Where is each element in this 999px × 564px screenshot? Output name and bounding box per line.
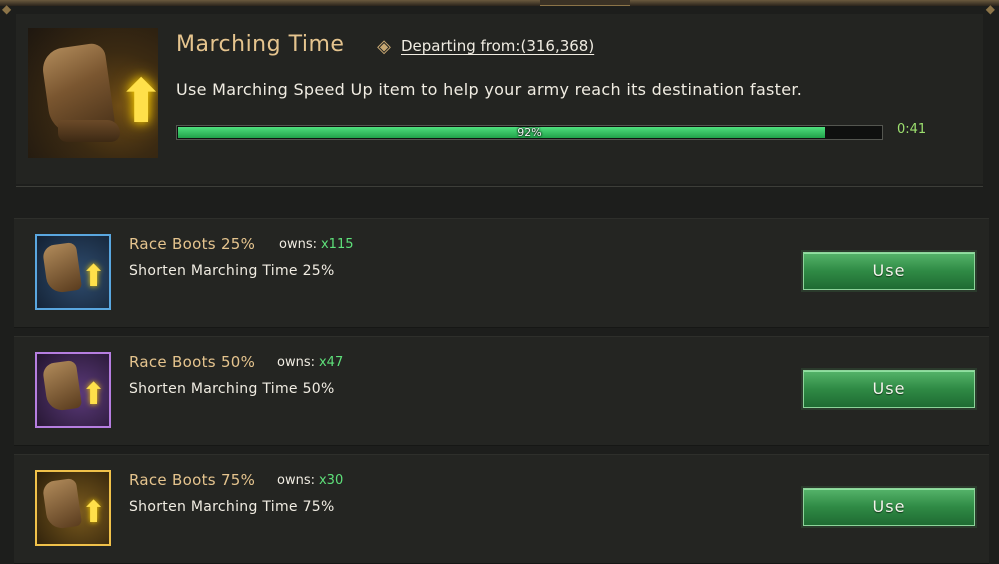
up-arrow-icon: ⬆ xyxy=(116,67,158,137)
race-boots-25-icon: ⬆ xyxy=(35,234,111,310)
march-progress-bar: 92% xyxy=(176,125,883,140)
item-name: Race Boots 25% xyxy=(129,235,256,253)
thumb-up-arrow-icon: ⬆ xyxy=(81,377,107,412)
march-progress-label: 92% xyxy=(517,126,542,139)
owns-label: owns: xyxy=(277,473,315,488)
boot-speed-icon: ⬆ xyxy=(28,28,158,158)
item-owns: owns: x115 xyxy=(279,237,354,252)
item-description: Shorten Marching Time 75% xyxy=(129,499,335,515)
item-row-race-boots-50: ⬆ Race Boots 50% owns: x47 Shorten Marchi… xyxy=(14,336,989,446)
top-frame xyxy=(0,0,999,6)
item-owns: owns: x47 xyxy=(277,355,343,370)
use-button-race-boots-25[interactable]: Use xyxy=(803,252,975,290)
item-description: Shorten Marching Time 50% xyxy=(129,381,335,397)
item-owns: owns: x30 xyxy=(277,473,343,488)
item-row-race-boots-75: ⬆ Race Boots 75% owns: x30 Shorten Marchi… xyxy=(14,454,989,564)
owns-label: owns: xyxy=(279,237,317,252)
item-row-race-boots-25: ⬆ Race Boots 25% owns: x115 Shorten March… xyxy=(14,218,989,328)
thumb-boot-shape xyxy=(41,477,83,531)
item-description: Shorten Marching Time 25% xyxy=(129,263,335,279)
item-name: Race Boots 50% xyxy=(129,353,256,371)
frame-cap xyxy=(540,0,630,6)
race-boots-50-icon: ⬆ xyxy=(35,352,111,428)
location-pin-icon: ◈ xyxy=(377,36,391,57)
owns-count: x47 xyxy=(318,355,344,370)
thumb-boot-shape xyxy=(41,241,83,295)
item-name: Race Boots 75% xyxy=(129,471,256,489)
boot-sole-shape xyxy=(58,120,120,142)
race-boots-75-icon: ⬆ xyxy=(35,470,111,546)
use-button-race-boots-50[interactable]: Use xyxy=(803,370,975,408)
departing-link[interactable]: Departing from:(316,368) xyxy=(401,37,594,55)
thumb-boot-shape xyxy=(41,359,83,413)
owns-count: x30 xyxy=(318,473,344,488)
header-divider xyxy=(16,186,983,187)
header-description: Use Marching Speed Up item to help your … xyxy=(176,80,803,99)
march-timer: 0:41 xyxy=(897,122,927,137)
owns-label: owns: xyxy=(277,355,315,370)
owns-count: x115 xyxy=(320,237,354,252)
thumb-up-arrow-icon: ⬆ xyxy=(81,495,107,530)
use-button-race-boots-75[interactable]: Use xyxy=(803,488,975,526)
thumb-up-arrow-icon: ⬆ xyxy=(81,259,107,294)
page-title: Marching Time xyxy=(176,32,345,57)
